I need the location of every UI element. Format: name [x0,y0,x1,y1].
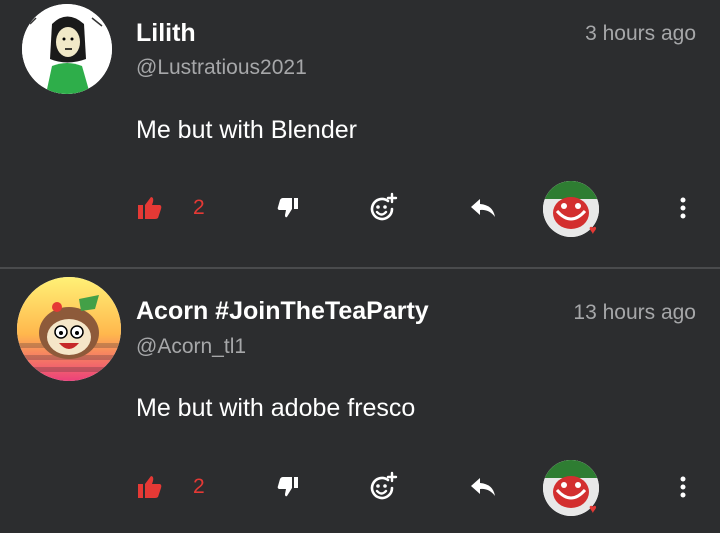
reply-icon [471,199,495,217]
thumbs-down-icon [277,198,298,218]
like-button[interactable] [132,469,168,505]
more-vertical-icon [680,476,686,498]
thumbs-up-icon [138,476,162,498]
comment-text: Me but with Blender [136,116,357,144]
author-handle[interactable]: @Lustratious2021 [136,56,307,80]
comment-item: Acorn #JoinTheTeaParty @Acorn_tl1 13 hou… [0,269,720,533]
comment-text: Me but with adobe fresco [136,394,416,422]
reply-icon [471,478,495,496]
like-button[interactable] [132,190,168,226]
heart-icon: ♥ [589,501,597,516]
reply-button[interactable] [464,469,502,505]
author-name[interactable]: Acorn #JoinTheTeaParty [136,297,429,326]
timestamp: 13 hours ago [573,301,696,324]
add-reaction-button[interactable] [364,188,402,226]
add-reaction-icon [370,192,398,221]
reply-button[interactable] [464,190,502,226]
comment-actions: 2 ♥ [0,455,720,519]
dislike-button[interactable] [270,469,306,505]
timestamp: 3 hours ago [585,22,696,45]
heart-icon: ♥ [589,222,597,237]
thumbs-up-icon [138,197,162,219]
avatar[interactable] [17,277,121,381]
comment-item: Lilith @Lustratious2021 3 hours ago Me b… [0,0,720,268]
comment-actions: 2 ♥ [0,176,720,240]
add-reaction-icon [370,471,398,500]
author-handle[interactable]: @Acorn_tl1 [136,335,246,359]
more-options-button[interactable] [668,469,698,505]
more-vertical-icon [680,197,686,219]
like-count: 2 [193,196,205,219]
add-reaction-button[interactable] [364,467,402,505]
avatar[interactable] [22,4,112,94]
thumbs-down-icon [277,477,298,497]
like-count: 2 [193,475,205,498]
author-name[interactable]: Lilith [136,19,196,48]
dislike-button[interactable] [270,190,306,226]
more-options-button[interactable] [668,190,698,226]
